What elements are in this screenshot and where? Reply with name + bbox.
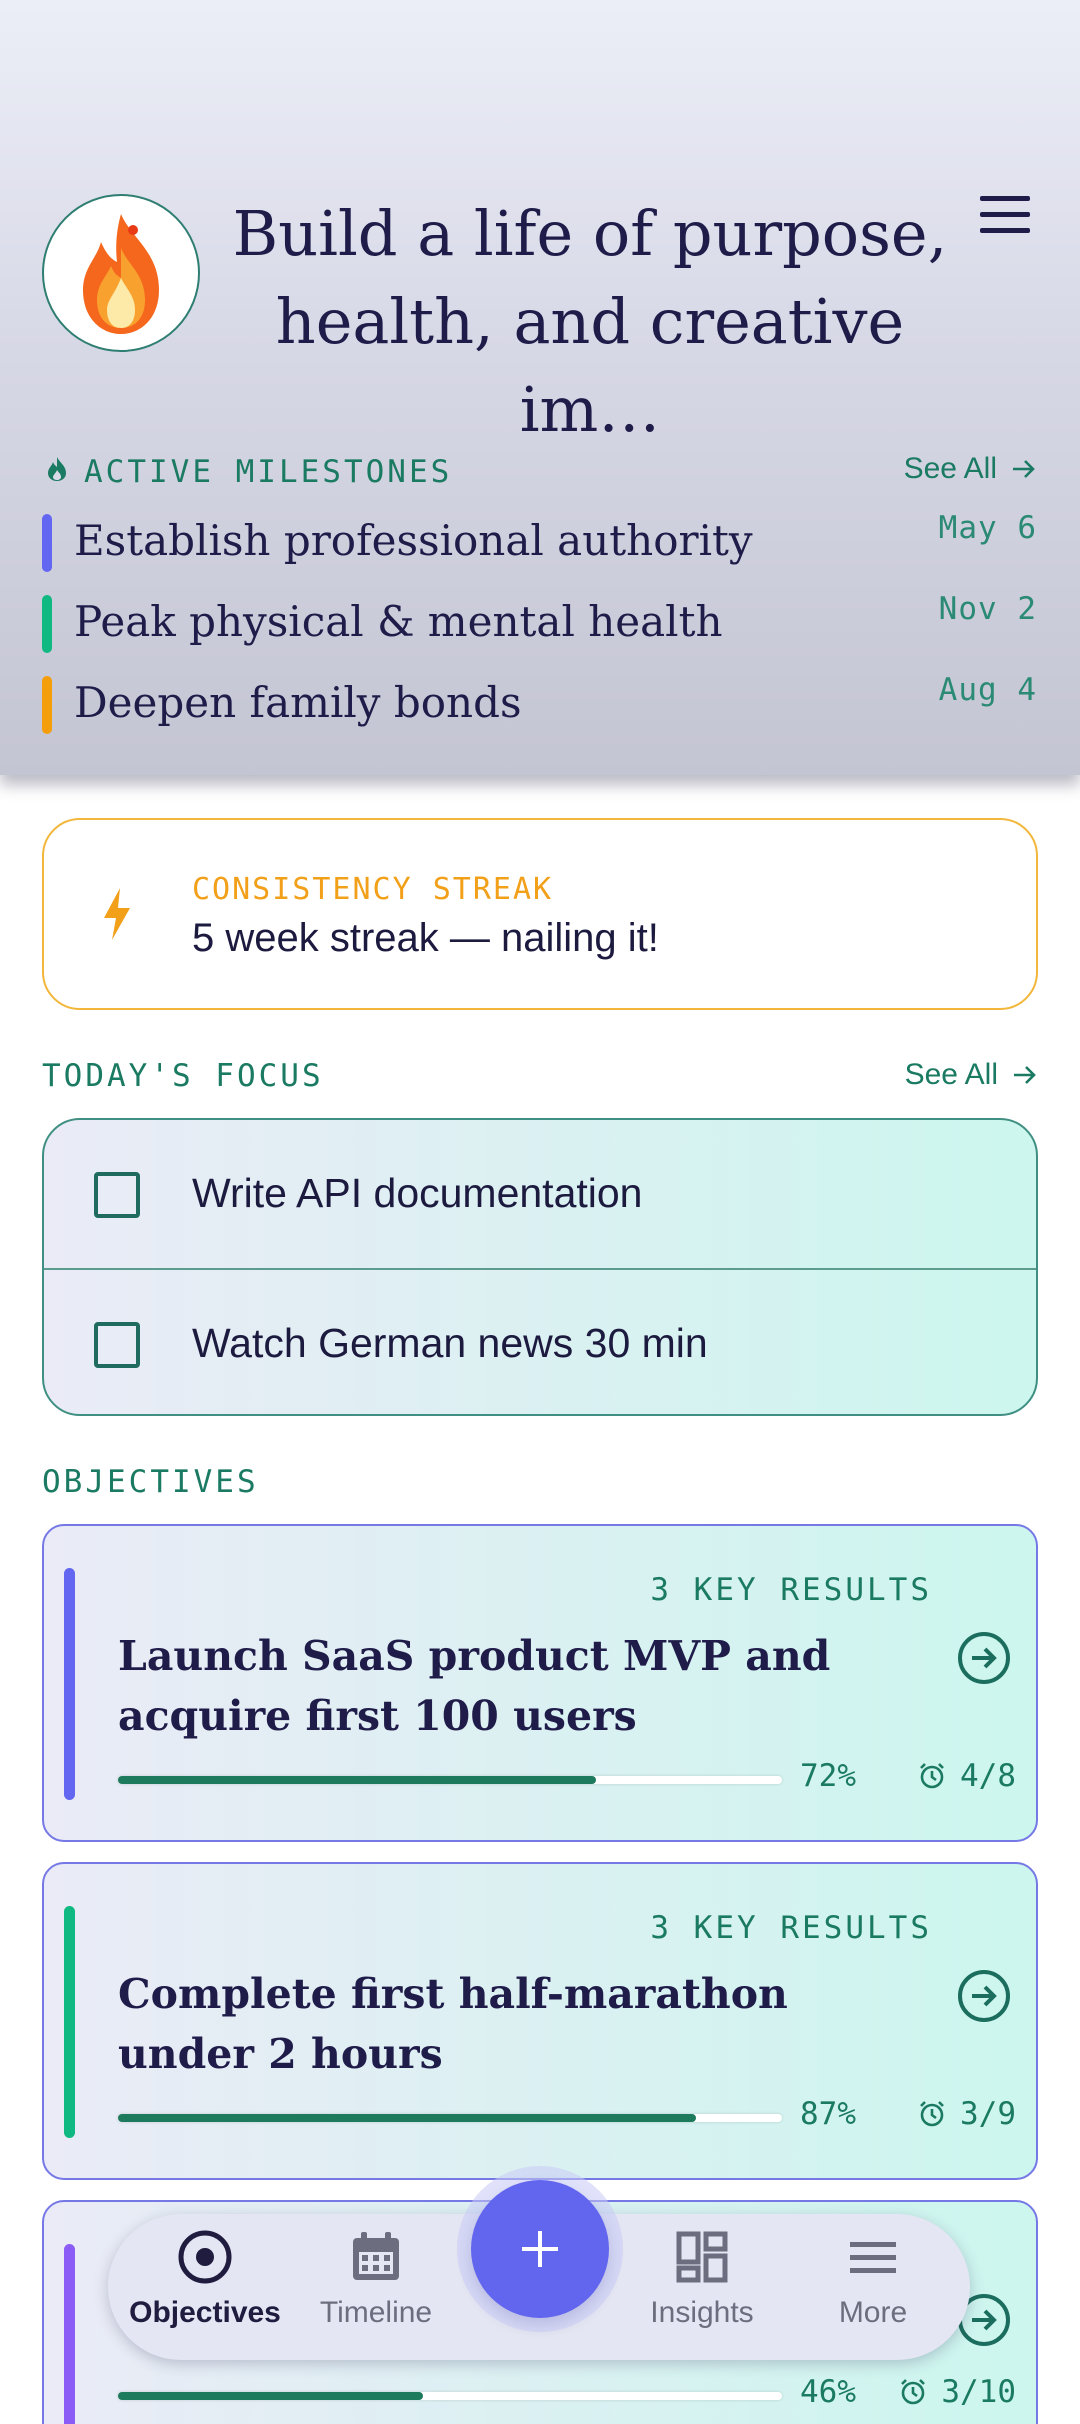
task-count: 3/9	[918, 2096, 1016, 2132]
focus-card: Write API documentation Watch German new…	[42, 1118, 1038, 1416]
objectives-section-title: OBJECTIVES	[42, 1464, 259, 1500]
progress-fill	[118, 2114, 696, 2122]
key-results-count: 3 KEY RESULTS	[650, 1910, 932, 1946]
milestones-header: ACTIVE MILESTONES See All	[42, 446, 1037, 496]
alarm-icon	[901, 2379, 926, 2405]
focus-task[interactable]: Write API documentation	[44, 1120, 1036, 1268]
arrow-right-icon	[1014, 1066, 1036, 1084]
dashboard-icon	[676, 2231, 728, 2283]
progress-percent: 87%	[800, 2096, 856, 2132]
alarm-icon	[920, 1763, 944, 1789]
task-count-text: 3/10	[941, 2374, 1016, 2410]
key-results-count: 3 KEY RESULTS	[650, 1572, 932, 1608]
milestone-color-bar	[42, 595, 52, 653]
objective-card[interactable]: 3 KEY RESULTS Launch SaaS product MVP an…	[42, 1524, 1038, 1842]
objective-color-bar	[64, 1906, 75, 2138]
objective-progress-bar	[118, 2114, 782, 2122]
progress-fill	[118, 1776, 597, 1784]
task-text: Write API documentation	[192, 1170, 643, 1216]
task-checkbox[interactable]	[94, 1322, 140, 1368]
nav-label: Timeline	[319, 2296, 433, 2329]
objective-color-bar	[64, 1568, 75, 1800]
focus-see-all-link[interactable]: See All	[905, 1058, 1038, 1092]
streak-label: CONSISTENCY STREAK	[192, 872, 554, 907]
objective-progress-bar	[118, 2392, 782, 2400]
milestone-date: Nov 2	[938, 591, 1037, 627]
milestone-item[interactable]: Deepen family bonds Aug 4	[42, 672, 1037, 734]
goal-header: Build a life of purpose, health, and cre…	[0, 0, 1080, 775]
milestone-date: May 6	[938, 510, 1037, 546]
nav-label: Objectives	[129, 2296, 281, 2329]
task-count-text: 4/8	[960, 1758, 1016, 1794]
nav-label: Insights	[650, 2296, 754, 2329]
milestone-color-bar	[42, 514, 52, 572]
arrow-circle-right-icon[interactable]	[956, 1630, 1012, 1686]
progress-percent: 72%	[800, 1758, 856, 1794]
objective-progress-bar	[118, 1776, 782, 1784]
nav-timeline[interactable]: Timeline	[296, 2228, 456, 2348]
nav-label: More	[838, 2296, 908, 2329]
focus-section-title: TODAY'S FOCUS	[42, 1058, 324, 1094]
target-icon	[178, 2230, 232, 2284]
alarm-icon	[920, 2101, 944, 2127]
objective-title: Complete first half-marathon under 2 hou…	[118, 1970, 788, 2078]
hamburger-menu-icon[interactable]	[980, 196, 1032, 236]
focus-task[interactable]: Watch German news 30 min	[44, 1268, 1036, 1414]
arrow-right-icon	[1013, 460, 1035, 478]
nav-more[interactable]: More	[793, 2228, 953, 2348]
milestone-title: Peak physical & mental health	[74, 597, 723, 646]
milestone-date: Aug 4	[938, 672, 1037, 708]
milestone-item[interactable]: Establish professional authority May 6	[42, 510, 1037, 572]
flame-icon	[83, 214, 159, 334]
objective-title: Launch SaaS product MVP and acquire firs…	[118, 1632, 831, 1740]
progress-fill	[118, 2392, 424, 2400]
milestone-item[interactable]: Peak physical & mental health Nov 2	[42, 591, 1037, 653]
milestone-title: Establish professional authority	[74, 516, 753, 565]
lightning-icon	[104, 888, 130, 940]
nav-insights[interactable]: Insights	[622, 2228, 782, 2348]
milestones-see-all-link[interactable]: See All	[904, 452, 1037, 486]
plus-icon	[522, 2231, 558, 2267]
menu-icon	[850, 2242, 896, 2273]
add-button[interactable]	[471, 2180, 609, 2318]
task-checkbox[interactable]	[94, 1172, 140, 1218]
fire-small-icon	[48, 457, 66, 481]
see-all-label: See All	[904, 1058, 998, 1091]
arrow-circle-right-icon[interactable]	[956, 1968, 1012, 2024]
goal-avatar[interactable]	[42, 194, 200, 352]
goal-title: Build a life of purpose, health, and cre…	[232, 197, 948, 446]
streak-card: CONSISTENCY STREAK 5 week streak — naili…	[42, 818, 1038, 1010]
task-text: Watch German news 30 min	[192, 1320, 708, 1366]
milestone-color-bar	[42, 676, 52, 734]
task-count: 4/8	[918, 1758, 1016, 1794]
milestones-label: ACTIVE MILESTONES	[84, 454, 453, 490]
calendar-icon	[353, 2232, 399, 2280]
streak-text: 5 week streak — nailing it!	[192, 916, 659, 960]
milestone-title: Deepen family bonds	[74, 678, 522, 727]
objective-card[interactable]: 3 KEY RESULTS Complete first half-marath…	[42, 1862, 1038, 2180]
task-count-text: 3/9	[960, 2096, 1016, 2132]
see-all-label: See All	[903, 452, 997, 485]
objective-color-bar	[64, 2244, 75, 2424]
task-count: 3/10	[899, 2374, 1016, 2410]
progress-percent: 46%	[800, 2374, 856, 2410]
nav-objectives[interactable]: Objectives	[125, 2228, 285, 2348]
